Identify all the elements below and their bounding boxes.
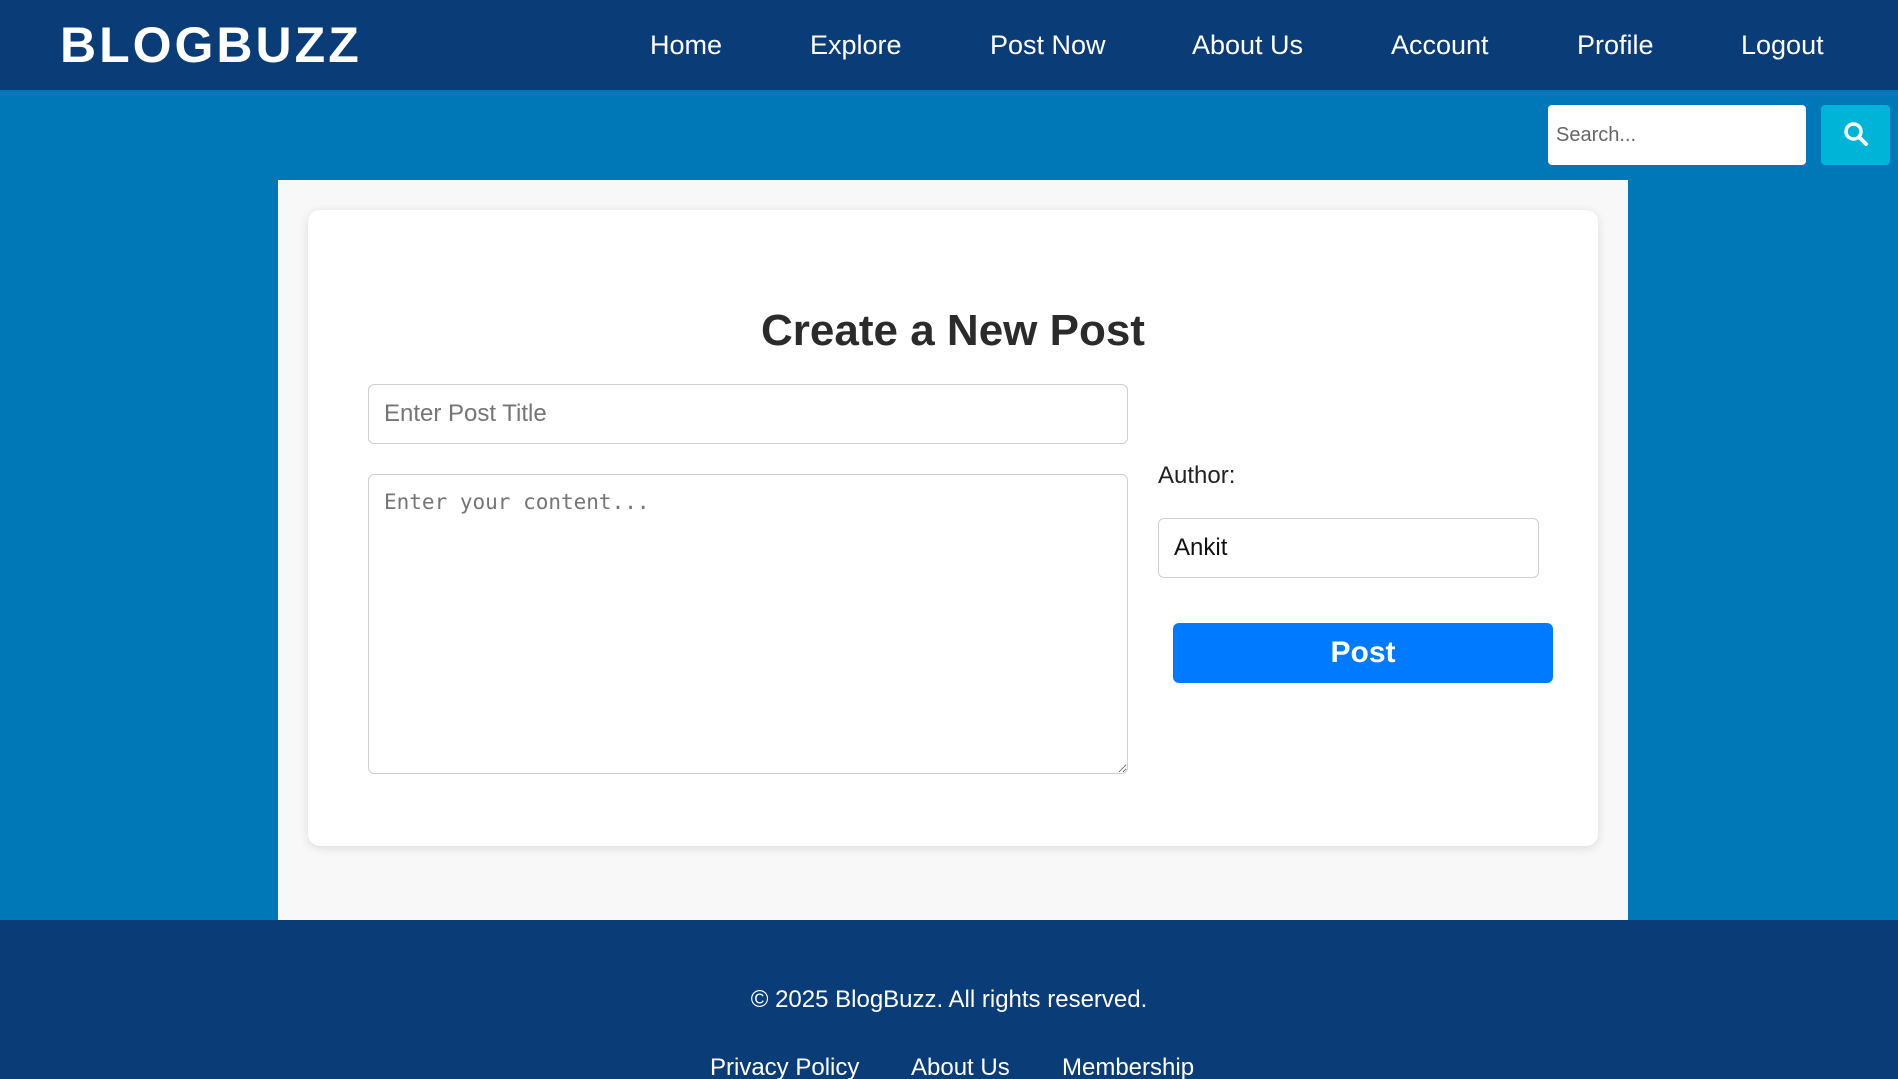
site-logo[interactable]: BLOGBUZZ [60, 16, 362, 74]
nav-profile[interactable]: Profile [1577, 30, 1654, 61]
nav-home[interactable]: Home [650, 30, 722, 61]
copyright-text: © 2025 BlogBuzz. All rights reserved. [750, 986, 1148, 1013]
post-title-input[interactable] [368, 384, 1128, 444]
footer-link-membership[interactable]: Membership [1062, 1054, 1194, 1079]
search-button[interactable] [1821, 105, 1890, 165]
footer-link-about-us[interactable]: About Us [911, 1054, 1010, 1079]
post-content-textarea[interactable] [368, 474, 1128, 774]
nav-explore[interactable]: Explore [810, 30, 902, 61]
search-input[interactable] [1548, 105, 1806, 165]
nav-account[interactable]: Account [1391, 30, 1489, 61]
page-title: Create a New Post [761, 306, 1145, 355]
nav-post-now[interactable]: Post Now [990, 30, 1106, 61]
search-icon [1843, 121, 1869, 150]
main-content-panel: Create a New Post Author: Post [278, 180, 1628, 920]
top-navigation-bar: BLOGBUZZ Home Explore Post Now About Us … [0, 0, 1898, 90]
author-label: Author: [1158, 462, 1236, 489]
footer-link-privacy-policy[interactable]: Privacy Policy [710, 1054, 859, 1079]
post-submit-button[interactable]: Post [1173, 623, 1553, 683]
nav-about-us[interactable]: About Us [1192, 30, 1303, 61]
nav-logout[interactable]: Logout [1741, 30, 1824, 61]
author-input[interactable] [1158, 518, 1539, 578]
site-footer: © 2025 BlogBuzz. All rights reserved. Pr… [0, 920, 1898, 1079]
create-post-card: Create a New Post Author: Post [308, 210, 1598, 846]
